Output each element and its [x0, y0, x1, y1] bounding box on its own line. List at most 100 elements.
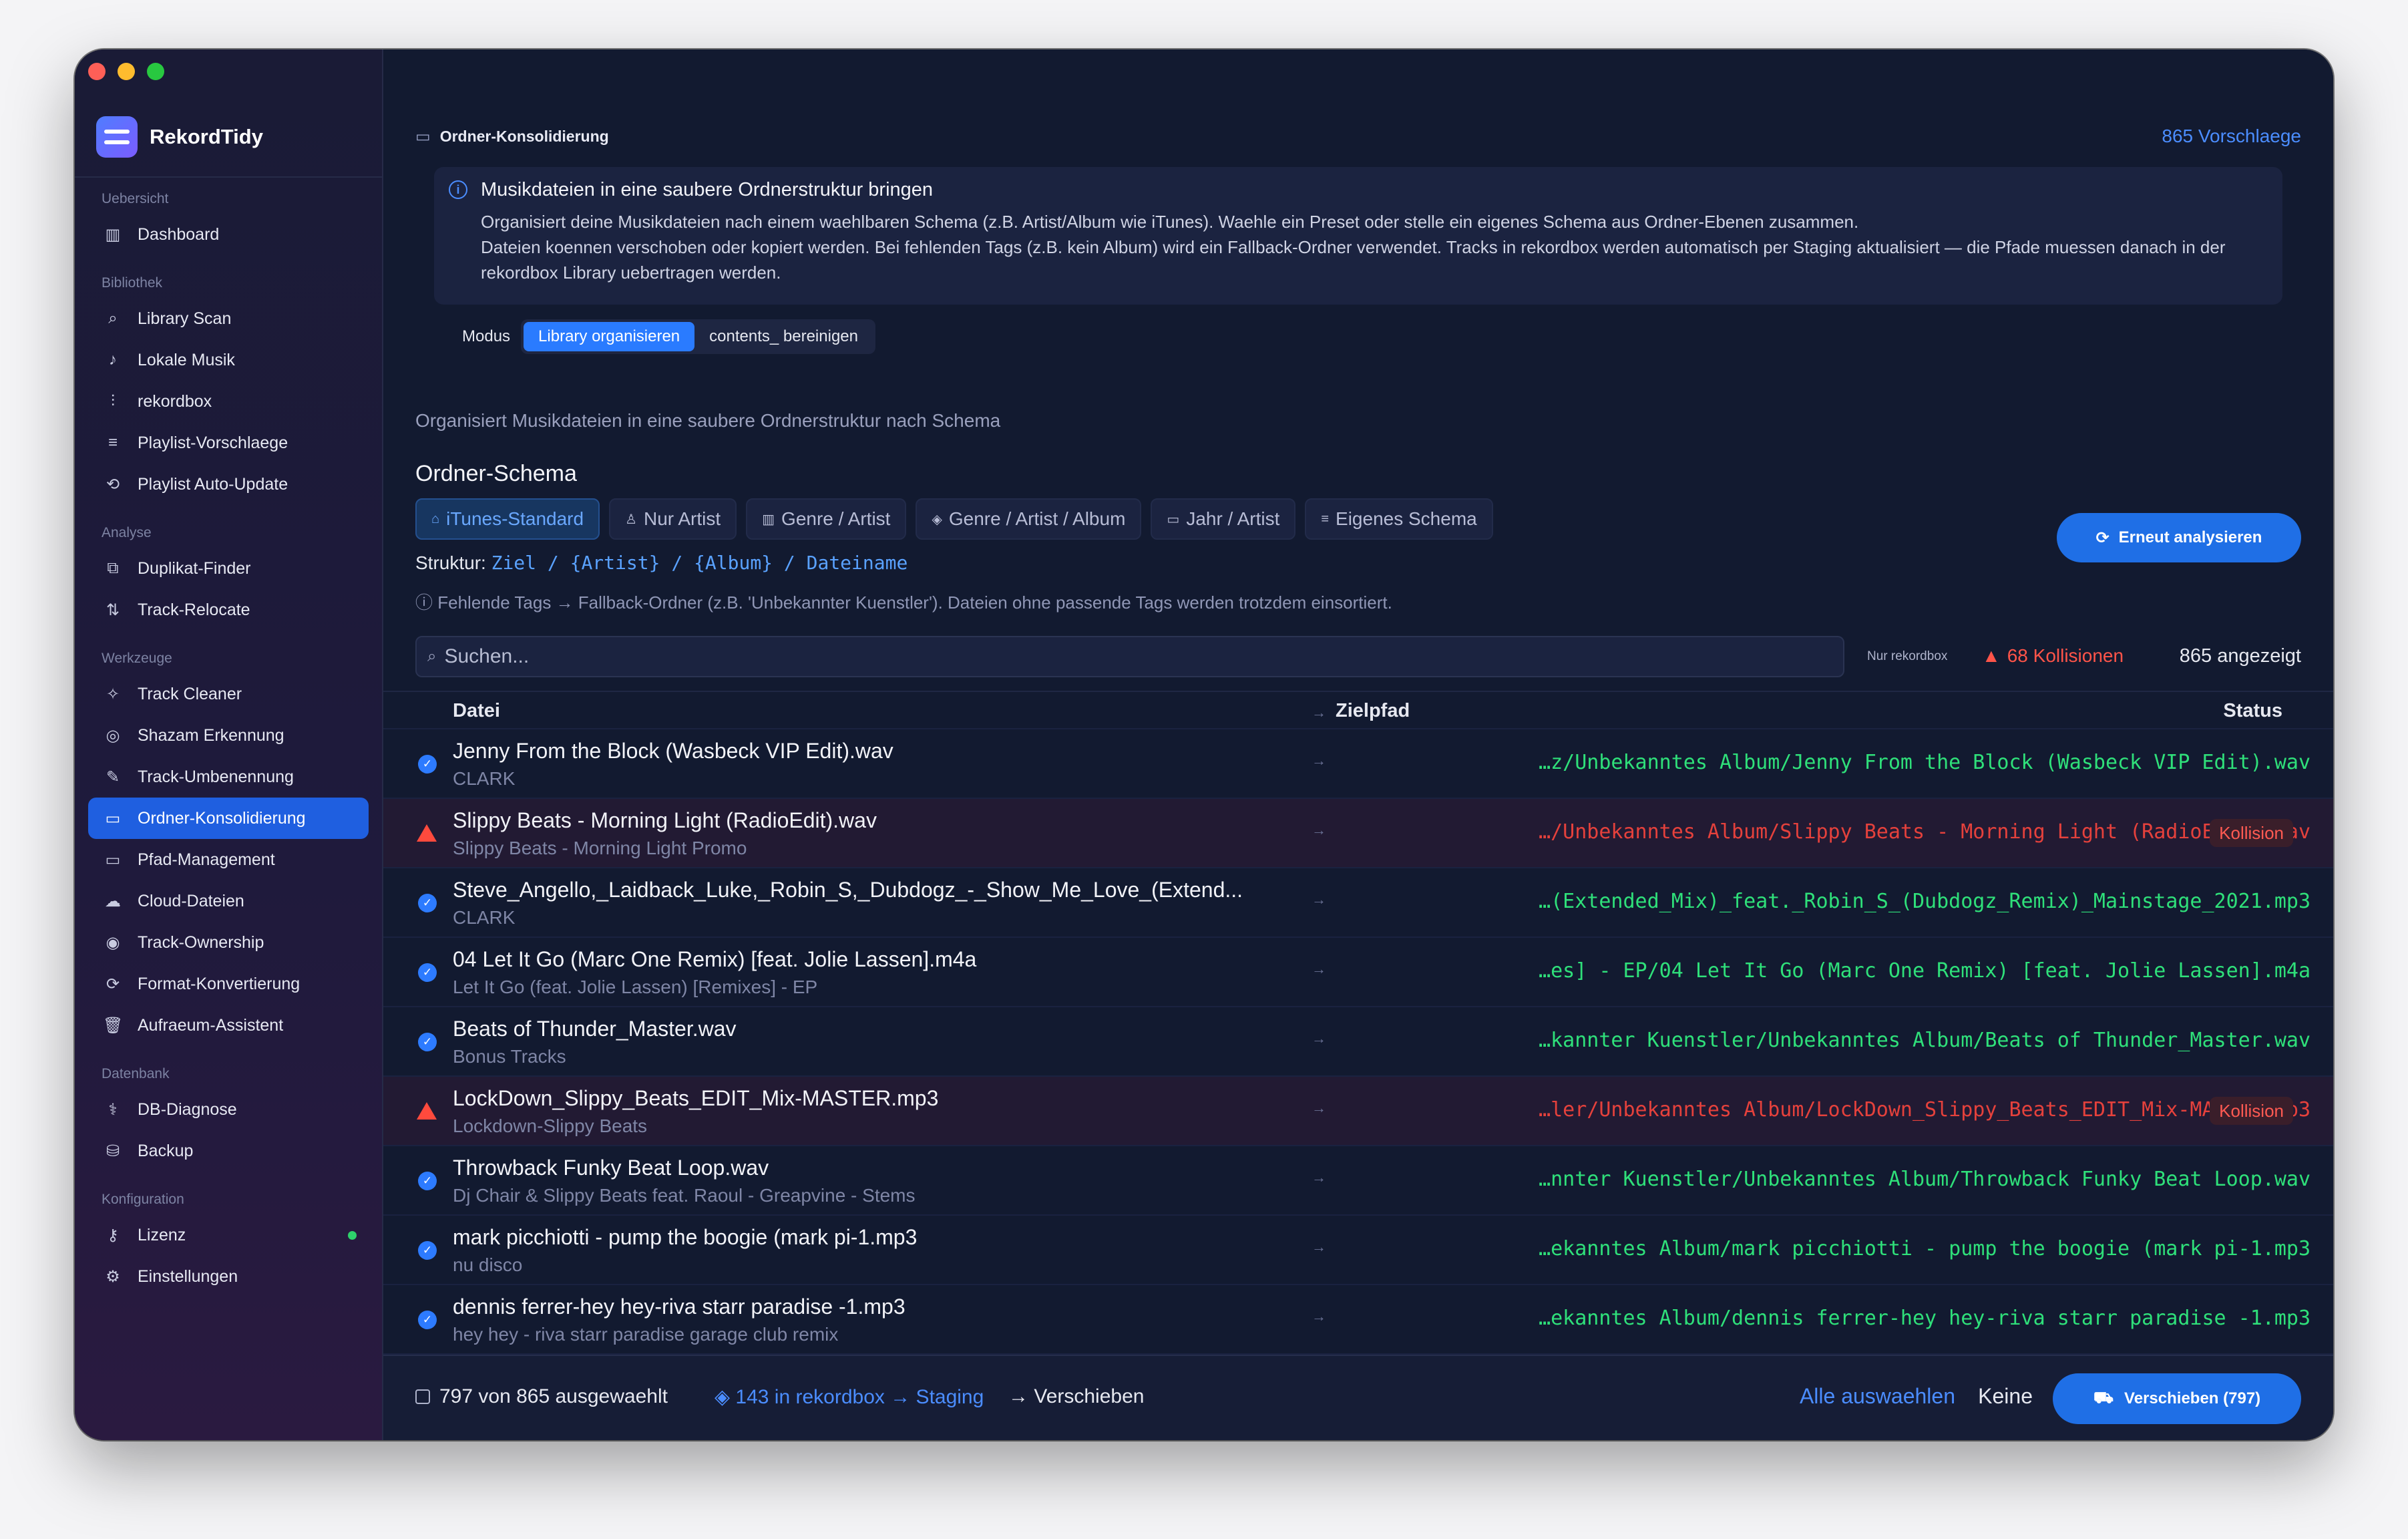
- sidebar-item-db-diagnose[interactable]: ⚕ DB-Diagnose: [88, 1089, 369, 1130]
- table-row[interactable]: LockDown_Slippy_Beats_EDIT_Mix-MASTER.mp…: [383, 1075, 2333, 1145]
- select-none-button[interactable]: Keine: [1978, 1384, 2033, 1409]
- filter-only-rekordbox[interactable]: Nur rekordbox: [1867, 649, 1947, 664]
- preset-eigenes-schema[interactable]: ≡ Eigenes Schema: [1305, 498, 1493, 540]
- music-note-icon: ♪: [109, 351, 117, 369]
- structure-value: Ziel / {Artist} / {Album} / Dateiname: [491, 552, 908, 574]
- column-target-path[interactable]: Zielpfad: [1336, 700, 1410, 722]
- fallback-hint-text: Fehlende Tags → Fallback-Ordner (z.B. 'U…: [437, 592, 1392, 613]
- file-name: dennis ferrer-hey hey-riva starr paradis…: [453, 1295, 906, 1319]
- info-title: Musikdateien in eine saubere Ordnerstruk…: [481, 179, 934, 200]
- stethoscope-icon: ⚕: [108, 1100, 118, 1119]
- minimize-window-button[interactable]: [118, 63, 135, 80]
- sidebar-item-playlist-auto-update[interactable]: ⟲ Playlist Auto-Update: [88, 464, 369, 505]
- suggestion-count: 865 Vorschlaege: [2162, 126, 2301, 146]
- close-window-button[interactable]: [88, 63, 106, 80]
- sidebar-item-label: Ordner-Konsolidierung: [138, 808, 306, 828]
- sidebar-item-aufraeum-assistent[interactable]: 🗑 Aufraeum-Assistent: [88, 1005, 369, 1046]
- app-name: RekordTidy: [150, 125, 263, 148]
- move-button-label: Verschieben (797): [2124, 1389, 2261, 1407]
- zoom-window-button[interactable]: [147, 63, 164, 80]
- target-path: …nnter Kuenstler/Unbekanntes Album/Throw…: [1539, 1168, 2311, 1191]
- move-mode[interactable]: → Verschieben: [1008, 1385, 1144, 1408]
- preset-label: Jahr / Artist: [1186, 508, 1280, 529]
- reanalyze-button[interactable]: ⟳ Erneut analysieren: [2057, 513, 2301, 562]
- file-subtitle: Lockdown-Slippy Beats: [453, 1116, 648, 1136]
- table-row[interactable]: ✓ Jenny From the Block (Wasbeck VIP Edit)…: [383, 728, 2333, 798]
- column-file[interactable]: Datei: [453, 700, 500, 722]
- sidebar-item-rekordbox[interactable]: ⫶ rekordbox: [88, 381, 369, 422]
- chart-bar-icon: ▥: [105, 225, 121, 244]
- sidebar-section-title: Uebersicht: [102, 191, 169, 206]
- preset-genre-artist[interactable]: ▥ Genre / Artist: [746, 498, 907, 540]
- checkmark-icon: ✓: [418, 1241, 437, 1260]
- table-header: Datei → Zielpfad Status: [383, 691, 2333, 728]
- search-field[interactable]: ⌕: [415, 636, 1844, 677]
- collision-badge: Kollision: [2210, 1097, 2293, 1125]
- sidebar-item-cloud-dateien[interactable]: ☁ Cloud-Dateien: [88, 880, 369, 922]
- sidebar-item-duplikat-finder[interactable]: ⧉ Duplikat-Finder: [88, 548, 369, 589]
- sidebar-item-label: Track-Umbenennung: [138, 767, 294, 786]
- sidebar-item-label: Playlist Auto-Update: [138, 474, 288, 494]
- sidebar-item-backup[interactable]: ⛁ Backup: [88, 1130, 369, 1172]
- warning-icon: [417, 824, 437, 842]
- file-subtitle: hey hey - riva starr paradise garage clu…: [453, 1324, 839, 1345]
- sidebar-item-label: Track Cleaner: [138, 684, 242, 703]
- mode-segmented-control: Library organisieren contents_ bereinigen: [521, 319, 875, 354]
- preset-itunes-standard[interactable]: ⌂ iTunes-Standard: [415, 498, 600, 540]
- sidebar-item-track-ownership[interactable]: ◉ Track-Ownership: [88, 922, 369, 963]
- pencil-icon: ✎: [106, 767, 120, 786]
- sidebar-section-title: Datenbank: [102, 1066, 170, 1081]
- sidebar-item-library-scan[interactable]: ⌕ Library Scan: [88, 298, 369, 339]
- key-icon: ⚷: [107, 1226, 119, 1244]
- sidebar-item-track-relocate[interactable]: ⇅ Track-Relocate: [88, 589, 369, 631]
- page-title-text: Ordner-Konsolidierung: [439, 128, 609, 145]
- info-box: i Musikdateien in eine saubere Ordnerstr…: [434, 167, 2282, 305]
- sidebar-item-label: rekordbox: [138, 391, 212, 411]
- sidebar-item-track-umbenennung[interactable]: ✎ Track-Umbenennung: [88, 756, 369, 798]
- target-path: …(Extended_Mix)_feat._Robin_S_(Dubdogz_R…: [1539, 890, 2311, 913]
- table-row[interactable]: ✓ 04 Let It Go (Marc One Remix) [feat. Jo…: [383, 936, 2333, 1006]
- move-mode-text: Verschieben: [1034, 1385, 1145, 1407]
- file-table[interactable]: ✓ Jenny From the Block (Wasbeck VIP Edit)…: [383, 728, 2333, 1408]
- mode-description: Organisiert Musikdateien in eine saubere…: [415, 410, 1001, 431]
- sidebar-item-pfad-management[interactable]: ▭ Pfad-Management: [88, 839, 369, 880]
- table-row[interactable]: ✓ Beats of Thunder_Master.wav Bonus Tracks…: [383, 1006, 2333, 1075]
- warning-icon: ▲: [1982, 645, 2001, 666]
- table-row[interactable]: ✓ Steve_Angello,_Laidback_Luke,_Robin_S,_…: [383, 867, 2333, 936]
- gear-icon: ⚙: [106, 1267, 120, 1286]
- mode-selector: Modus Library organisieren contents_ bere…: [462, 319, 875, 354]
- mode-option-0[interactable]: Library organisieren: [524, 322, 695, 351]
- app-logo-icon: [96, 116, 138, 158]
- table-row[interactable]: ✓ mark picchiotti - pump the boogie (mark…: [383, 1214, 2333, 1284]
- column-status[interactable]: Status: [2223, 700, 2282, 722]
- sidebar-item-format-konvertierung[interactable]: ⟳ Format-Konvertierung: [88, 963, 369, 1005]
- target-path: …ekanntes Album/mark picchiotti - pump t…: [1539, 1237, 2311, 1260]
- sidebar-item-label: Cloud-Dateien: [138, 891, 244, 910]
- folder-icon: ▭: [415, 128, 431, 146]
- table-row[interactable]: ✓ dennis ferrer-hey hey-riva starr paradi…: [383, 1284, 2333, 1353]
- sidebar-item-dashboard[interactable]: ▥ Dashboard: [88, 214, 369, 255]
- page-title: ▭ Ordner-Konsolidierung: [415, 127, 609, 146]
- search-input[interactable]: [444, 645, 1843, 668]
- sidebar-item-einstellungen[interactable]: ⚙ Einstellungen: [88, 1256, 369, 1297]
- sidebar-item-lizenz[interactable]: ⚷ Lizenz: [88, 1214, 369, 1256]
- filter-collisions[interactable]: ▲ 68 Kollisionen: [1982, 645, 2124, 667]
- sidebar-item-lokale-musik[interactable]: ♪ Lokale Musik: [88, 339, 369, 381]
- checkmark-icon: ✓: [418, 1033, 437, 1051]
- table-row[interactable]: Slippy Beats - Morning Light (RadioEdit)…: [383, 798, 2333, 867]
- mode-option-1[interactable]: contents_ bereinigen: [694, 322, 873, 351]
- convert-icon: ⟳: [106, 975, 120, 993]
- select-all-button[interactable]: Alle auswaehlen: [1800, 1384, 1955, 1409]
- table-row[interactable]: ✓ Throwback Funky Beat Loop.wav Dj Chair &…: [383, 1145, 2333, 1214]
- sidebar-item-shazam-erkennung[interactable]: ◎ Shazam Erkennung: [88, 715, 369, 756]
- sidebar-item-ordner-konsolidierung[interactable]: ▭ Ordner-Konsolidierung: [88, 798, 369, 839]
- sidebar-item-label: Aufraeum-Assistent: [138, 1015, 284, 1035]
- selection-text: 797 von 865 ausgewaehlt: [439, 1385, 668, 1407]
- preset-jahr-artist[interactable]: ▭ Jahr / Artist: [1151, 498, 1296, 540]
- move-button[interactable]: ⛟ Verschieben (797): [2053, 1373, 2301, 1424]
- sidebar-item-playlist-vorschlaege[interactable]: ≡ Playlist-Vorschlaege: [88, 422, 369, 464]
- checkmark-icon: ✓: [418, 755, 437, 774]
- sidebar-item-track-cleaner[interactable]: ✧ Track Cleaner: [88, 673, 369, 715]
- preset-genre-artist-album[interactable]: ◈ Genre / Artist / Album: [916, 498, 1142, 540]
- preset-nur-artist[interactable]: ♙ Nur Artist: [609, 498, 737, 540]
